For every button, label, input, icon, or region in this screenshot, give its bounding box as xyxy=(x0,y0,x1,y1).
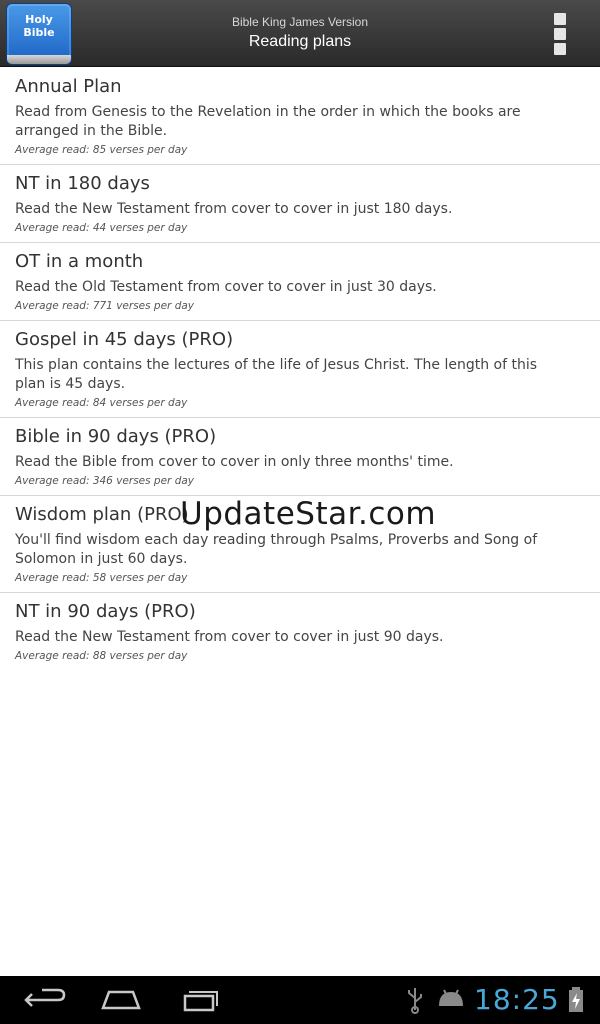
plan-average-read: Average read: 58 verses per day xyxy=(15,572,188,584)
plan-average-read: Average read: 84 verses per day xyxy=(15,397,188,409)
app-icon-label-line1: Holy xyxy=(25,13,53,26)
plan-average-read: Average read: 85 verses per day xyxy=(15,144,188,156)
plan-description: Read the Old Testament from cover to cov… xyxy=(15,279,437,295)
plan-title: OT in a month xyxy=(15,251,144,272)
status-clock: 18:25 xyxy=(474,983,560,1016)
usb-icon xyxy=(408,988,422,1014)
plan-title: Annual Plan xyxy=(15,76,122,97)
back-icon xyxy=(24,988,66,1007)
plan-description: Read the New Testament from cover to cov… xyxy=(15,629,444,645)
holy-bible-app-icon[interactable]: Holy Bible xyxy=(6,3,72,65)
plan-average-read: Average read: 44 verses per day xyxy=(15,222,188,234)
action-bar: Holy Bible Bible King James Version Read… xyxy=(0,0,600,67)
plan-description: You'll find wisdom each day reading thro… xyxy=(15,532,538,567)
plan-item-annual[interactable]: Annual Plan Read from Genesis to the Rev… xyxy=(0,68,600,165)
plan-description: Read the New Testament from cover to cov… xyxy=(15,201,453,217)
plan-description: Read from Genesis to the Revelation in t… xyxy=(15,104,521,139)
home-icon xyxy=(101,990,141,1010)
android-debug-status xyxy=(434,984,468,1016)
plan-title: NT in 90 days (PRO) xyxy=(15,601,196,622)
home-button[interactable] xyxy=(96,984,146,1016)
book-pages-decoration xyxy=(7,55,71,64)
overflow-menu-button[interactable] xyxy=(548,10,572,58)
app-icon-label-line2: Bible xyxy=(23,26,55,39)
plan-item-bible-90[interactable]: Bible in 90 days (PRO) Read the Bible fr… xyxy=(0,418,600,496)
plan-description: Read the Bible from cover to cover in on… xyxy=(15,454,454,470)
android-icon xyxy=(439,989,463,1006)
watermark: UpdateStar.com xyxy=(180,496,437,532)
plan-item-ot-month[interactable]: OT in a month Read the Old Testament fro… xyxy=(0,243,600,321)
action-bar-titles: Bible King James Version Reading plans xyxy=(100,14,500,54)
plan-title: Bible in 90 days (PRO) xyxy=(15,426,217,447)
app-icon-label: Holy Bible xyxy=(7,13,71,39)
back-button[interactable] xyxy=(20,984,70,1016)
plan-title: NT in 180 days xyxy=(15,173,150,194)
system-navigation-bar: 18:25 xyxy=(0,976,600,1024)
plan-item-gospel-45[interactable]: Gospel in 45 days (PRO) This plan contai… xyxy=(0,321,600,418)
plan-title: Gospel in 45 days (PRO) xyxy=(15,329,234,350)
plan-average-read: Average read: 88 verses per day xyxy=(15,650,188,662)
page-title: Reading plans xyxy=(248,33,352,50)
battery-status xyxy=(566,984,586,1016)
recent-apps-button[interactable] xyxy=(176,984,226,1016)
plan-average-read: Average read: 771 verses per day xyxy=(15,300,195,312)
battery-charging-icon xyxy=(569,987,583,1012)
plan-average-read: Average read: 346 verses per day xyxy=(15,475,195,487)
action-bar-subtitle: Bible King James Version xyxy=(231,15,369,29)
plan-item-nt-180[interactable]: NT in 180 days Read the New Testament fr… xyxy=(0,165,600,243)
recent-apps-icon xyxy=(183,991,218,1012)
plan-description: This plan contains the lectures of the l… xyxy=(15,357,538,392)
plan-item-nt-90[interactable]: NT in 90 days (PRO) Read the New Testame… xyxy=(0,593,600,671)
usb-status xyxy=(402,984,428,1016)
plan-title: Wisdom plan (PRO) xyxy=(15,504,189,525)
